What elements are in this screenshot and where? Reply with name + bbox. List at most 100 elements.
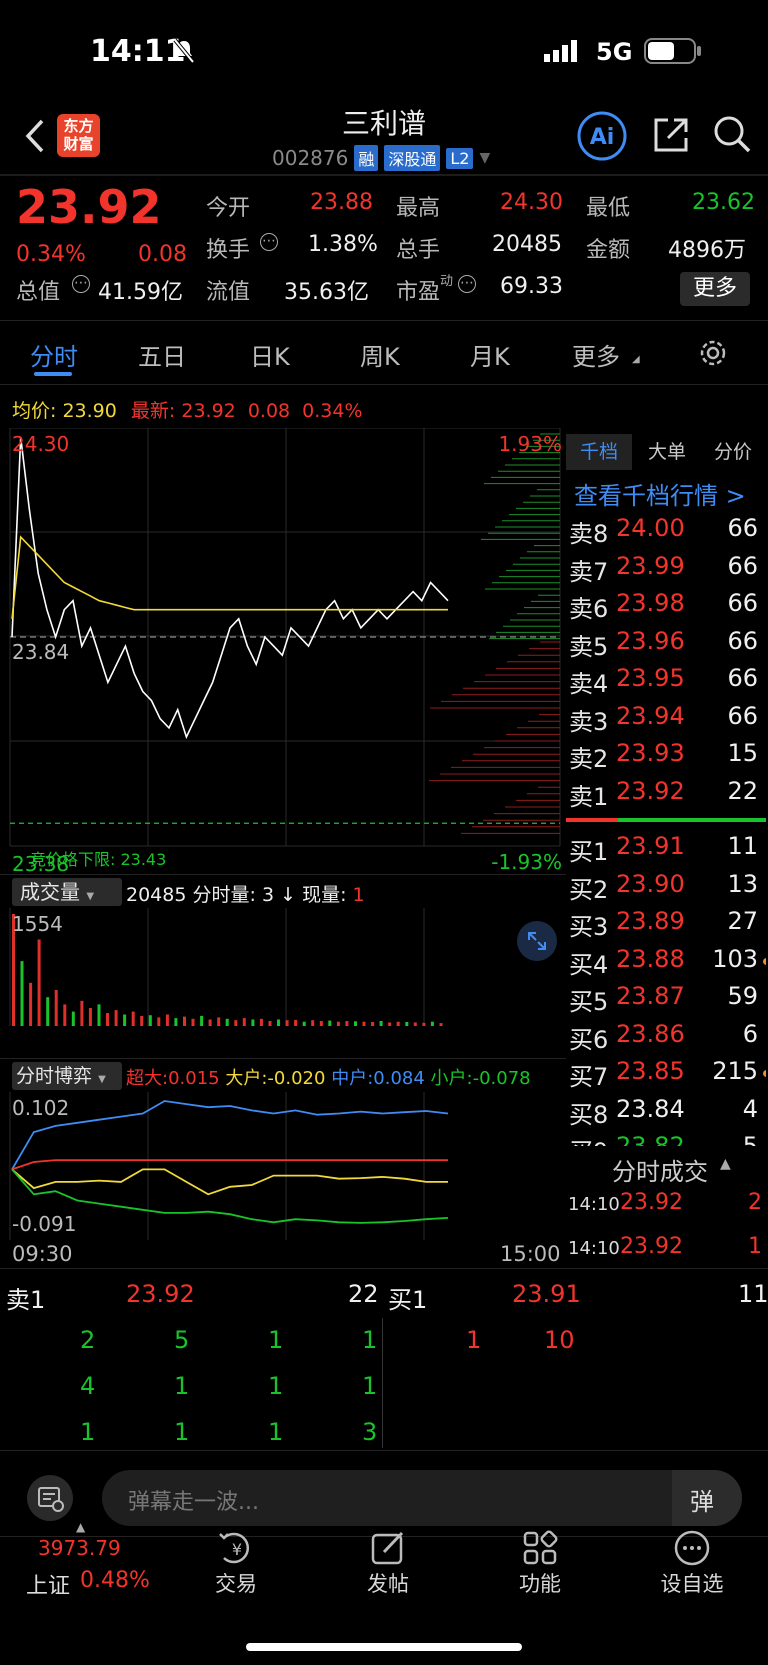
volume-bar [225,1018,229,1026]
trade-time: 14:10 [568,1194,620,1215]
bid-row[interactable]: 买9 23.82 5 [566,1132,766,1146]
volume-bar [29,982,33,1026]
tab-intraday[interactable]: 分时 [30,337,78,372]
volume-bar [354,1021,357,1026]
bid-row[interactable]: 买4 23.88 103 [566,945,766,982]
pe-dynamic-sup: 动 [440,274,454,289]
ask-row[interactable]: 卖3 23.94 66 [566,702,766,739]
ask-row[interactable]: 卖8 24.00 66 [566,514,766,551]
function-grid-icon[interactable] [520,1528,560,1568]
tab-daily-k[interactable]: 日K [250,337,290,372]
expand-icon[interactable] [516,920,558,962]
trade-volume: 1 [748,1234,762,1259]
trade-volume: 2 [748,1190,762,1215]
share-icon[interactable] [652,116,690,154]
bid-row[interactable]: 买6 23.86 6 [566,1020,766,1057]
volume-bar [396,1021,400,1026]
bid-row[interactable]: 买5 23.87 59 [566,982,766,1019]
ask-row[interactable]: 卖6 23.98 66 [566,589,766,626]
sell-queue-order: 5 [174,1326,190,1354]
tab-big-orders[interactable]: 大单 [634,434,700,470]
ask-row[interactable]: 卖5 23.96 66 [566,627,766,664]
nav-post[interactable]: 发帖 [338,1568,438,1598]
ask-level-label: 卖3 [569,707,609,736]
volume-selector-label: 成交量 [20,880,80,904]
trades-header[interactable]: 分时成交 ▲ [566,1148,766,1188]
tab-five-day[interactable]: 五日 [138,337,186,372]
post-edit-icon[interactable] [368,1528,408,1568]
index-up-arrow-icon: ▲ [76,1520,86,1534]
danmu-list-icon[interactable] [26,1474,74,1522]
ask-row[interactable]: 卖7 23.99 66 [566,552,766,589]
ask-price: 23.94 [616,701,685,730]
info-icon[interactable]: ⋯ [260,233,278,251]
volume-bar [422,1022,426,1026]
stock-code-row[interactable]: 002876 融 深股通 L2 ▼ [272,145,490,171]
ask-row[interactable]: 卖4 23.95 66 [566,664,766,701]
tag-connect: 深股通 [384,145,441,171]
bid-volume: 11 [727,832,758,860]
bid-row[interactable]: 买3 23.89 27 [566,907,766,944]
nav-function[interactable]: 功能 [490,1568,590,1598]
queue-buy-label: 买1 [388,1286,428,1314]
latest-label: 最新: [130,400,176,422]
bid-row[interactable]: 买8 23.84 4 [566,1095,766,1132]
danmu-input[interactable]: 弹幕走一波... 弹 [102,1470,742,1526]
ask-row[interactable]: 卖1 23.92 22 [566,777,766,814]
sell-queue-order: 1 [268,1326,284,1354]
latest-change: 0.08 [247,400,291,422]
volume-bar [46,997,50,1026]
tab-weekly-k[interactable]: 周K [360,337,400,372]
danmu-toggle[interactable]: 弹 [672,1470,742,1526]
volume-value: 20485 [492,232,562,257]
bid-row[interactable]: 买2 23.90 13 [566,870,766,907]
ask-volume: 66 [727,514,758,542]
danmu-placeholder: 弹幕走一波... [128,1490,259,1515]
nav-add-watchlist[interactable]: 设自选 [642,1568,742,1598]
info-icon[interactable]: ⋯ [72,275,90,293]
volume-selector[interactable]: 成交量 ▼ [12,878,122,906]
avg-value: 23.90 [62,400,117,422]
turnover-label: 换手 [206,238,251,263]
flow-selector[interactable]: 分时博弈 ▼ [12,1062,122,1090]
index-name[interactable]: 上证 [26,1568,70,1600]
trade-yen-icon[interactable]: ¥ [216,1528,256,1568]
chevron-down-icon: ▼ [479,150,491,166]
current-volume-label: 现量: [302,884,347,906]
search-icon[interactable] [712,114,752,154]
tab-price-distribution[interactable]: 分价 [700,434,766,470]
svg-text:Ai: Ai [590,125,615,150]
bid-row[interactable]: 买7 23.85 215 [566,1057,766,1094]
intraday-price-chart[interactable] [0,428,566,874]
view-levels-link[interactable]: 查看千档行情 > [574,476,746,511]
bid-row[interactable]: 买1 23.91 11 [566,832,766,869]
watchlist-more-icon[interactable] [672,1528,712,1568]
tab-more[interactable]: 更多 [572,337,620,372]
volume-bar [439,1023,443,1026]
tag-level2: L2 [446,147,474,169]
volume-bar [277,1019,280,1026]
tab-monthly-k[interactable]: 月K [470,337,510,372]
nav-trade[interactable]: 交易 [186,1568,286,1598]
minute-volume-label: 分时量: [192,884,256,906]
settings-gear-icon[interactable] [697,337,729,369]
volume-bar [148,1015,152,1026]
flow-super-large: 超大:0.015 [126,1068,220,1089]
bid-level-label: 买3 [569,913,609,941]
ai-icon[interactable]: Ai [576,110,628,162]
low-value: 23.62 [692,190,755,215]
bid-volume: 215 [712,1057,758,1085]
tab-thousand-levels[interactable]: 千档 [566,434,632,470]
bid-volume: 6 [742,1019,758,1048]
volume-bar [388,1022,392,1026]
network-type: 5G [596,38,633,66]
index-pct[interactable]: 0.48% [80,1568,150,1593]
sell-queue-order: 4 [80,1372,96,1400]
ask-price: 23.98 [616,589,685,617]
ask-price: 23.99 [616,551,685,580]
dropdown-arrow-icon: ▼ [86,891,95,902]
index-value[interactable]: 3973.79 [38,1536,121,1560]
info-icon[interactable]: ⋯ [458,275,476,293]
more-button[interactable]: 更多 [680,272,750,306]
ask-row[interactable]: 卖2 23.93 15 [566,739,766,776]
